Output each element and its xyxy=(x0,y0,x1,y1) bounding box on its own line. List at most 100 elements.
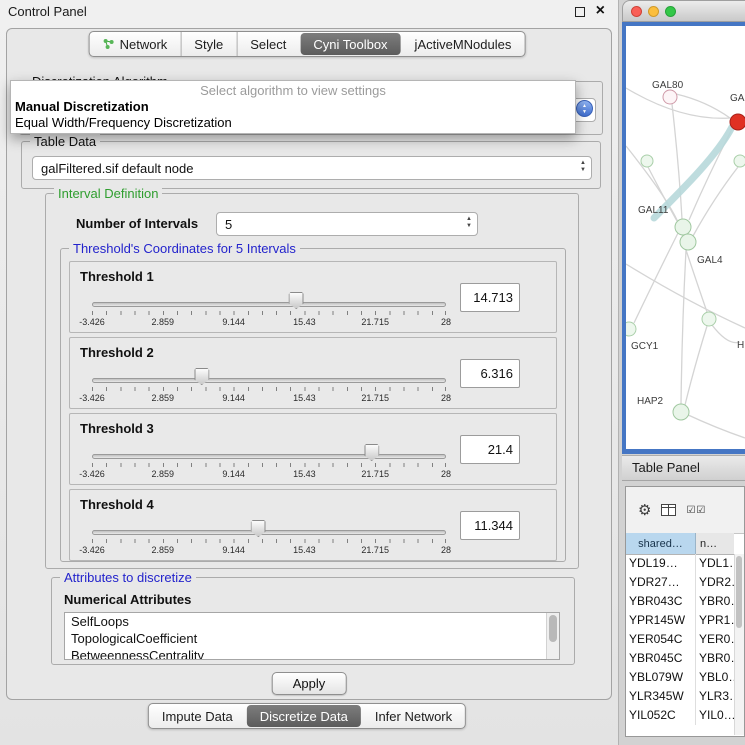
attributes-listbox[interactable]: SelfLoopsTopologicalCoefficientBetweenne… xyxy=(64,612,560,660)
network-node[interactable] xyxy=(673,404,689,420)
network-node[interactable] xyxy=(730,114,745,130)
network-node[interactable] xyxy=(680,234,696,250)
table-cell[interactable]: YPR1… xyxy=(696,611,734,630)
attribute-list-item[interactable]: TopologicalCoefficient xyxy=(65,630,559,647)
table-cell[interactable]: YDL1… xyxy=(696,554,734,573)
table-row[interactable]: YER054CYER0… xyxy=(626,630,734,649)
table-cell[interactable]: YBR0… xyxy=(696,592,734,611)
slider-track[interactable] xyxy=(92,378,446,383)
slider-track[interactable] xyxy=(92,302,446,307)
slider-track[interactable] xyxy=(92,530,446,535)
table-cell[interactable]: YIL0… xyxy=(696,706,734,725)
tab-infer-network[interactable]: Infer Network xyxy=(362,704,465,728)
threshold-slider[interactable]: -3.4262.8599.14415.4321.71528 xyxy=(92,298,446,330)
network-node[interactable] xyxy=(626,322,636,336)
table-row[interactable]: YIL052CYIL0… xyxy=(626,706,734,725)
cyni-bottom-tabbar: Impute Data Discretize Data Infer Networ… xyxy=(148,703,466,729)
network-node-label: GAL11 xyxy=(638,205,669,216)
table-row[interactable]: YDL19…YDL1… xyxy=(626,554,734,573)
network-window-titlebar[interactable] xyxy=(622,0,745,22)
table-panel-titlebar[interactable]: Table Panel xyxy=(622,455,745,481)
zoom-traffic-light-icon[interactable] xyxy=(665,6,676,17)
tab-cyni-toolbox[interactable]: Cyni Toolbox xyxy=(300,33,400,55)
algorithm-dropdown-menu: Select algorithm to view settings Manual… xyxy=(10,80,576,134)
scale-label: 2.859 xyxy=(152,469,175,479)
slider-track[interactable] xyxy=(92,454,446,459)
scale-label: 15.43 xyxy=(293,317,316,327)
tab-discretize-data[interactable]: Discretize Data xyxy=(247,705,361,727)
tab-label: Network xyxy=(120,37,168,52)
column-header-name[interactable]: n… xyxy=(696,533,734,554)
control-panel-titlebar[interactable]: Control Panel × xyxy=(0,0,618,22)
tab-select[interactable]: Select xyxy=(236,32,299,56)
tab-impute-data[interactable]: Impute Data xyxy=(149,704,246,728)
network-node-label: GA xyxy=(730,93,745,104)
network-node[interactable] xyxy=(641,155,653,167)
table-cell[interactable]: YDR27… xyxy=(626,573,696,592)
attribute-list-item[interactable]: BetweennessCentrality xyxy=(65,647,559,660)
tab-label: Select xyxy=(250,37,286,52)
table-cell[interactable]: YBR043C xyxy=(626,592,696,611)
float-window-icon[interactable] xyxy=(575,7,585,17)
table-cell[interactable]: YPR145W xyxy=(626,611,696,630)
number-of-intervals-combobox[interactable]: 5 ▲ ▼ xyxy=(216,212,478,236)
combobox-stepper-icon[interactable]: ▲ ▼ xyxy=(576,100,593,117)
close-window-icon[interactable]: × xyxy=(596,2,605,20)
threshold-slider[interactable]: -3.4262.8599.14415.4321.71528 xyxy=(92,526,446,558)
attribute-list-item[interactable]: SelfLoops xyxy=(65,613,559,630)
table-row[interactable]: YDR27…YDR2… xyxy=(626,573,734,592)
close-traffic-light-icon[interactable] xyxy=(631,6,642,17)
table-row[interactable]: YBR043CYBR0… xyxy=(626,592,734,611)
table-row[interactable]: YPR145WYPR1… xyxy=(626,611,734,630)
tab-jactivemnodules[interactable]: jActiveMNodules xyxy=(402,32,525,56)
threshold-slider[interactable]: -3.4262.8599.14415.4321.71528 xyxy=(92,450,446,482)
tab-style[interactable]: Style xyxy=(180,32,236,56)
dropdown-option-equal-width[interactable]: Equal Width/Frequency Discretization xyxy=(11,115,575,131)
table-cell[interactable]: YBL0… xyxy=(696,668,734,687)
table-scrollbar[interactable] xyxy=(734,554,744,735)
network-node[interactable] xyxy=(663,90,677,104)
minimize-traffic-light-icon[interactable] xyxy=(648,6,659,17)
network-node[interactable] xyxy=(734,155,745,167)
table-row[interactable]: YLR345WYLR3… xyxy=(626,687,734,706)
columns-icon[interactable] xyxy=(661,504,676,516)
table-cell[interactable]: YBL079W xyxy=(626,668,696,687)
table-cell[interactable]: YER0… xyxy=(696,630,734,649)
table-data-combobox[interactable]: galFiltered.sif default node ▲ ▼ xyxy=(32,156,592,180)
threshold-value-box[interactable]: 21.4 xyxy=(460,435,520,464)
table-cell[interactable]: YDL19… xyxy=(626,554,696,573)
table-cell[interactable]: YBR045C xyxy=(626,649,696,668)
threshold-slider[interactable]: -3.4262.8599.14415.4321.71528 xyxy=(92,374,446,406)
column-header-shared-name[interactable]: shared… xyxy=(626,533,696,554)
stepper-up-icon: ▲ xyxy=(466,216,472,223)
apply-button[interactable]: Apply xyxy=(272,672,347,695)
combobox-stepper-icon[interactable]: ▲ ▼ xyxy=(580,160,586,174)
combobox-stepper-icon[interactable]: ▲ ▼ xyxy=(466,216,472,230)
select-columns-checkbox-icons[interactable]: ☑☑ xyxy=(686,505,706,516)
network-node[interactable] xyxy=(702,312,716,326)
dropdown-option-manual[interactable]: Manual Discretization xyxy=(11,99,575,115)
attributes-scrollbar[interactable] xyxy=(546,613,559,659)
network-node[interactable] xyxy=(675,219,691,235)
scale-label: 15.43 xyxy=(293,469,316,479)
table-cell[interactable]: YLR345W xyxy=(626,687,696,706)
table-row[interactable]: YBR045CYBR0… xyxy=(626,649,734,668)
network-view-window: GAL80GAGAL11GAL4GCY1HHAP2 xyxy=(622,0,745,454)
tab-network[interactable]: Network xyxy=(90,32,181,56)
scrollbar-thumb[interactable] xyxy=(736,556,742,628)
table-cell[interactable]: YDR2… xyxy=(696,573,734,592)
network-canvas[interactable]: GAL80GAGAL11GAL4GCY1HHAP2 xyxy=(626,26,745,449)
threshold-value-box[interactable]: 14.713 xyxy=(460,283,520,312)
table-cell[interactable]: YER054C xyxy=(626,630,696,649)
table-cell[interactable]: YBR0… xyxy=(696,649,734,668)
scale-label: 2.859 xyxy=(152,545,175,555)
table-row[interactable]: YBL079WYBL0… xyxy=(626,668,734,687)
threshold-value-box[interactable]: 11.344 xyxy=(460,511,520,540)
scrollbar-thumb[interactable] xyxy=(549,615,557,642)
table-cell[interactable]: YLR3… xyxy=(696,687,734,706)
threshold-value-box[interactable]: 6.316 xyxy=(460,359,520,388)
gear-icon[interactable]: ⚙ xyxy=(638,503,651,518)
scale-label: 9.144 xyxy=(222,317,245,327)
dropdown-prompt-item[interactable]: Select algorithm to view settings xyxy=(11,82,575,99)
table-cell[interactable]: YIL052C xyxy=(626,706,696,725)
